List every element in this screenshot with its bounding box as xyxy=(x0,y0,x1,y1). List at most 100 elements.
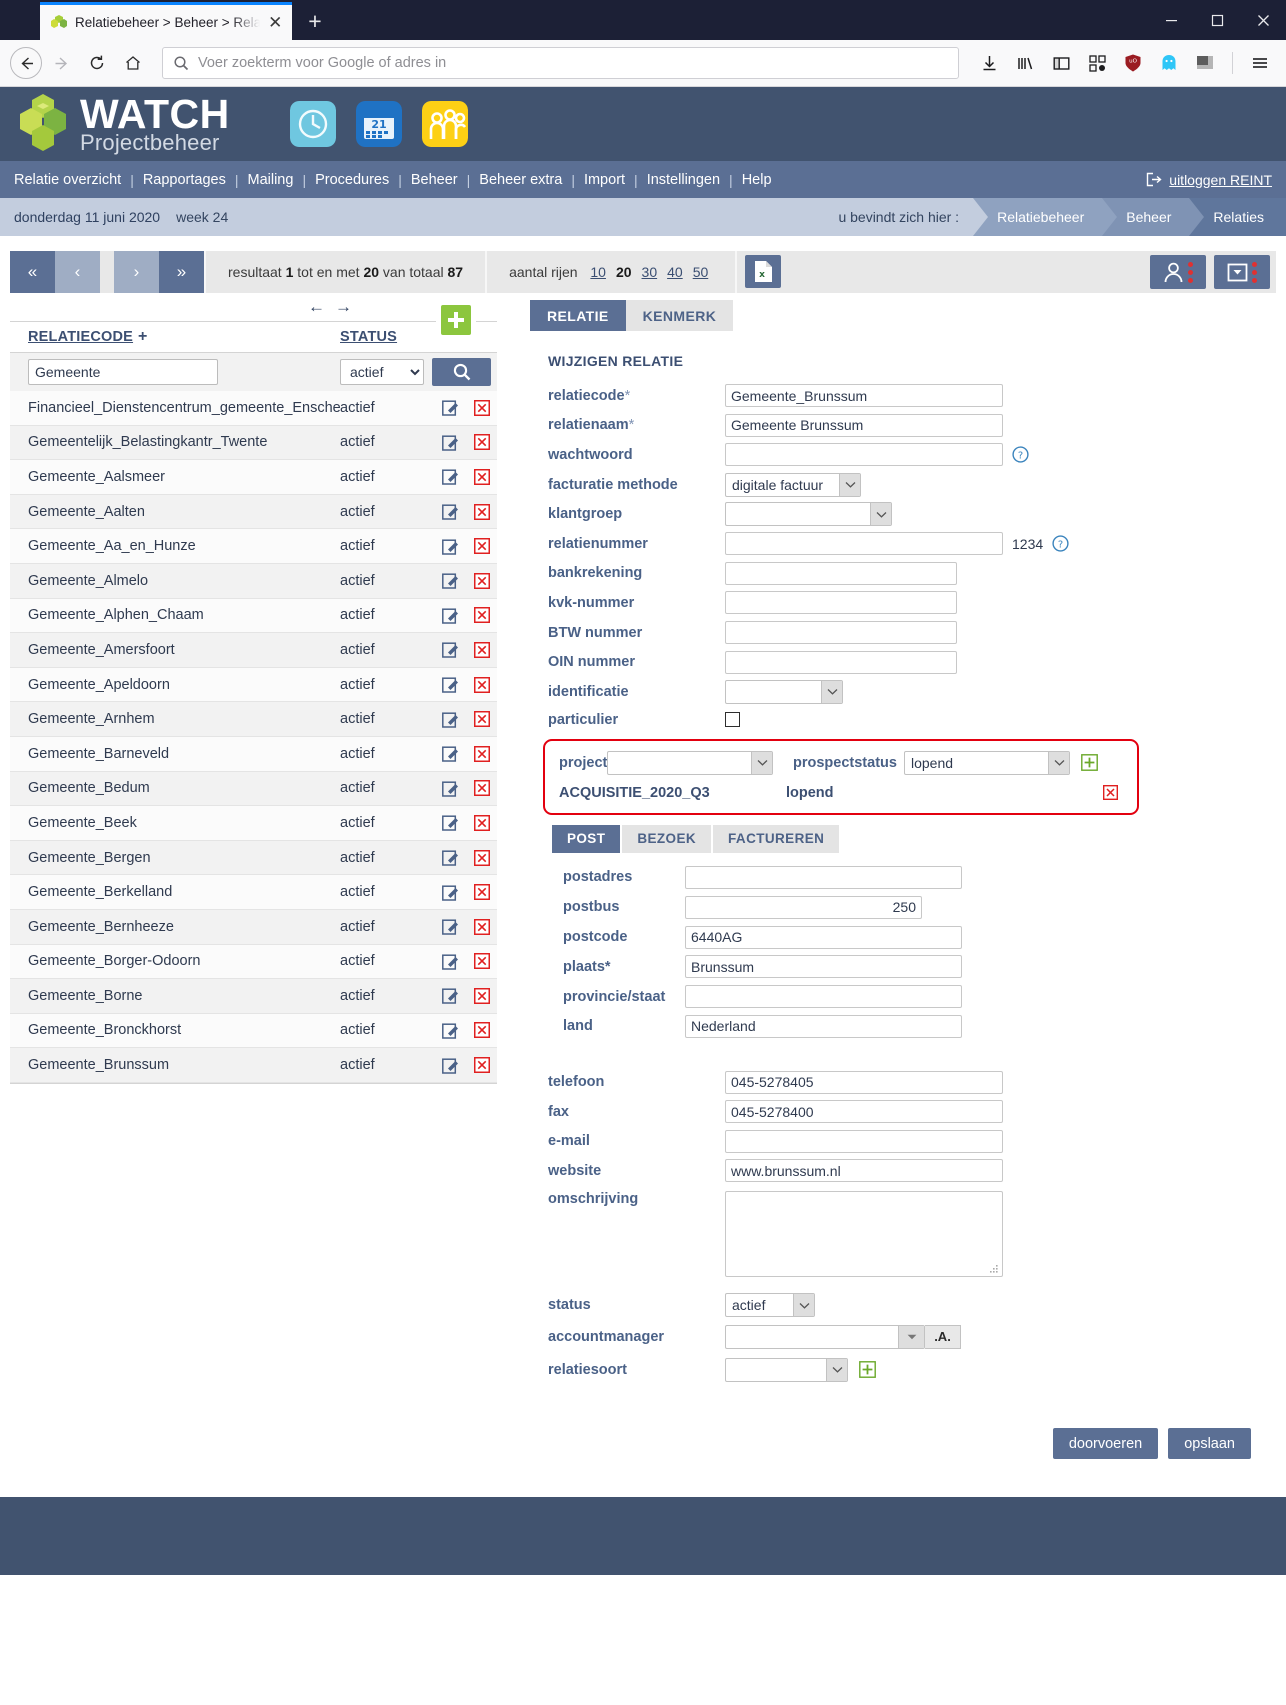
row-relatiecode[interactable]: Gemeente_Aalsmeer xyxy=(10,469,340,485)
row-edit-icon[interactable] xyxy=(435,434,466,451)
table-row[interactable]: Gemeente_Aalten actief xyxy=(10,494,497,530)
maximize-icon[interactable] xyxy=(1194,0,1240,40)
shield-extension-icon[interactable]: uO xyxy=(1117,47,1149,79)
table-row[interactable]: Gemeente_Aa_en_Hunze actief xyxy=(10,529,497,564)
hamburger-menu-icon[interactable] xyxy=(1244,47,1276,79)
row-delete-icon[interactable] xyxy=(466,711,497,728)
input-postadres[interactable] xyxy=(685,865,962,889)
row-edit-icon[interactable] xyxy=(435,607,466,624)
table-row[interactable]: Gemeente_Beek actief xyxy=(10,806,497,841)
row-delete-icon[interactable] xyxy=(466,572,497,589)
row-relatiecode[interactable]: Gemeente_Arnhem xyxy=(10,711,340,727)
tab-bezoek[interactable]: BEZOEK xyxy=(622,824,714,853)
select-facturatie-methode[interactable]: digitale factuur xyxy=(725,472,861,497)
add-project-icon[interactable] xyxy=(1081,754,1098,771)
breadcrumb-item-relatiebeheer[interactable]: Relatiebeheer xyxy=(973,198,1103,236)
view-options-button[interactable] xyxy=(1214,255,1270,289)
table-row[interactable]: Gemeente_Bedum actief xyxy=(10,771,497,807)
input-wachtwoord[interactable] xyxy=(725,443,1003,467)
table-row[interactable]: Gemeente_Berkelland actief xyxy=(10,875,497,910)
row-delete-icon[interactable] xyxy=(466,676,497,693)
row-delete-icon[interactable] xyxy=(466,607,497,624)
doorvoeren-button[interactable]: doorvoeren xyxy=(1052,1428,1159,1460)
row-relatiecode[interactable]: Financieel_Dienstencentrum_gemeente_Ensc… xyxy=(10,400,340,416)
select-status[interactable]: actief xyxy=(725,1293,815,1318)
table-row[interactable]: Gemeente_Amersfoort actief xyxy=(10,633,497,668)
row-edit-icon[interactable] xyxy=(435,711,466,728)
sidebar-icon[interactable] xyxy=(1045,47,1077,79)
nav-item-beheer-extra[interactable]: Beheer extra xyxy=(479,172,562,188)
row-delete-icon[interactable] xyxy=(466,399,497,416)
row-relatiecode[interactable]: Gemeente_Aa_en_Hunze xyxy=(10,538,340,554)
accountmanager-picker-button[interactable]: .A. xyxy=(925,1324,961,1349)
input-postbus[interactable] xyxy=(685,895,922,919)
home-icon[interactable] xyxy=(116,46,150,80)
reload-icon[interactable] xyxy=(80,46,114,80)
row-delete-icon[interactable] xyxy=(466,918,497,935)
row-edit-icon[interactable] xyxy=(435,849,466,866)
browser-tab[interactable]: Relatiebeheer > Beheer > Relat ✕ xyxy=(40,2,292,40)
first-page-button[interactable]: « xyxy=(10,251,55,293)
row-delete-icon[interactable] xyxy=(466,468,497,485)
select-accountmanager[interactable] xyxy=(725,1324,925,1349)
row-relatiecode[interactable]: Gemeente_Beek xyxy=(10,815,340,831)
nav-item-mailing[interactable]: Mailing xyxy=(248,172,294,188)
row-relatiecode[interactable]: Gemeente_Berkelland xyxy=(10,884,340,900)
row-delete-icon[interactable] xyxy=(466,434,497,451)
input-website[interactable] xyxy=(725,1159,1003,1183)
row-edit-icon[interactable] xyxy=(435,987,466,1005)
input-email[interactable] xyxy=(725,1129,1003,1153)
ghost-extension-icon[interactable] xyxy=(1153,47,1185,79)
table-row[interactable]: Gemeente_Bernheeze actief xyxy=(10,909,497,945)
filter-relatiecode-input[interactable] xyxy=(28,359,218,385)
row-edit-icon[interactable] xyxy=(435,641,466,659)
row-relatiecode[interactable]: Gemeente_Borne xyxy=(10,988,340,1004)
row-edit-icon[interactable] xyxy=(435,1057,466,1074)
back-icon[interactable] xyxy=(10,47,42,79)
search-button[interactable] xyxy=(432,358,491,386)
nav-item-help[interactable]: Help xyxy=(742,172,772,188)
logout-button[interactable]: uitloggen REINT xyxy=(1146,161,1272,198)
table-row[interactable]: Gemeente_Apeldoorn actief xyxy=(10,667,497,703)
checkbox-particulier[interactable] xyxy=(725,712,740,728)
row-edit-icon[interactable] xyxy=(435,780,466,797)
table-row[interactable]: Financieel_Dienstencentrum_gemeente_Ensc… xyxy=(10,391,497,426)
opslaan-button[interactable]: opslaan xyxy=(1168,1428,1251,1460)
select-identificatie[interactable] xyxy=(725,679,843,704)
rows-option-50[interactable]: 50 xyxy=(693,264,709,280)
filter-status-select[interactable]: actief xyxy=(340,359,424,385)
account-square-icon[interactable] xyxy=(1189,47,1221,79)
input-oin-nummer[interactable] xyxy=(725,650,957,674)
input-telefoon[interactable] xyxy=(725,1070,1003,1094)
table-row[interactable]: Gemeente_Borger-Odoorn actief xyxy=(10,944,497,980)
nav-item-procedures[interactable]: Procedures xyxy=(315,172,389,188)
row-delete-icon[interactable] xyxy=(466,814,497,831)
input-relatienummer[interactable] xyxy=(725,532,1003,556)
row-relatiecode[interactable]: Gemeente_Brunssum xyxy=(10,1057,340,1073)
input-plaats[interactable] xyxy=(685,955,962,979)
rows-option-30[interactable]: 30 xyxy=(642,264,658,280)
table-row[interactable]: Gemeente_Almelo actief xyxy=(10,563,497,599)
row-edit-icon[interactable] xyxy=(435,676,466,693)
row-edit-icon[interactable] xyxy=(435,503,466,520)
tab-kenmerk[interactable]: KENMERK xyxy=(625,300,734,331)
add-relation-button[interactable] xyxy=(436,300,476,340)
downloads-icon[interactable] xyxy=(973,47,1005,79)
input-provincie[interactable] xyxy=(685,985,962,1009)
help-icon[interactable]: ? xyxy=(1052,535,1069,552)
row-delete-icon[interactable] xyxy=(466,884,497,901)
row-relatiecode[interactable]: Gemeente_Borger-Odoorn xyxy=(10,953,340,969)
minimize-icon[interactable] xyxy=(1148,0,1194,40)
add-relatiesoort-icon[interactable] xyxy=(859,1361,876,1379)
row-delete-icon[interactable] xyxy=(466,849,497,866)
export-excel-button[interactable]: x xyxy=(745,255,782,288)
tab-factureren[interactable]: FACTUREREN xyxy=(713,824,842,853)
last-page-button[interactable]: » xyxy=(159,251,204,293)
input-postcode[interactable] xyxy=(685,925,962,949)
select-relatiesoort[interactable] xyxy=(725,1357,848,1382)
row-delete-icon[interactable] xyxy=(466,503,497,520)
row-delete-icon[interactable] xyxy=(466,1057,497,1074)
row-relatiecode[interactable]: Gemeentelijk_Belastingkantr_Twente xyxy=(10,434,340,450)
nav-item-instellingen[interactable]: Instellingen xyxy=(647,172,720,188)
close-icon[interactable] xyxy=(1240,0,1286,40)
